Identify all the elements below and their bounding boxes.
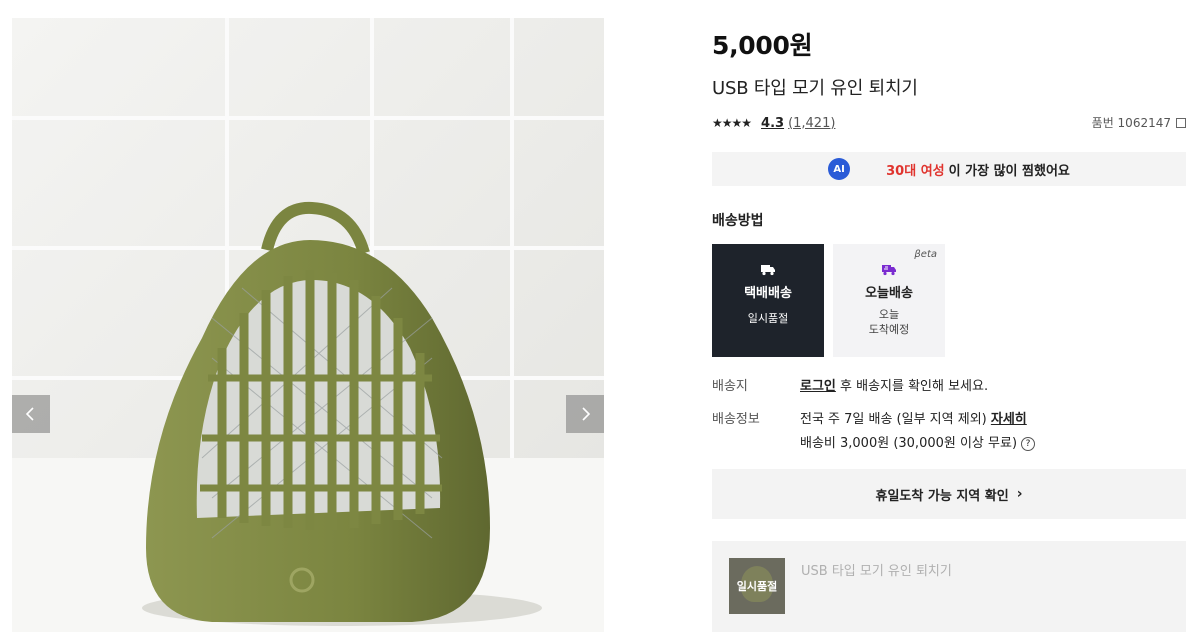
shipping-info-value: 전국 주 7일 배송 (일부 지역 제외) 자세히 (800, 408, 1027, 427)
star-rating-icon: ★★★★ (712, 116, 752, 130)
sku-label: 품번 1062147 (1091, 116, 1171, 130)
ai-highlight-text: 30대 여성 (886, 163, 945, 179)
shipping-fee-text: 배송비 3,000원 (30,000원 이상 무료) (800, 436, 1018, 451)
product-title: USB 타입 모기 유인 퇴치기 (712, 78, 918, 99)
shipping-option-name: 택배배송 (744, 286, 792, 301)
beta-badge: βeta (914, 249, 937, 260)
product-price: 5,000원 (712, 31, 813, 60)
shipping-option-today[interactable]: βeta 오늘배송 오늘 도착예정 (833, 244, 945, 357)
shipping-fee: 배송비 3,000원 (30,000원 이상 무료)? (800, 432, 1036, 451)
shipping-option-name: 오늘배송 (865, 286, 913, 301)
product-photo (12, 18, 604, 632)
destination-value: 로그인 후 배송지를 확인해 보세요. (800, 375, 988, 394)
ai-recommendation-banner: AI 30대 여성 이 가장 많이 찜했어요 (712, 152, 1186, 186)
rating-score[interactable]: 4.3 (761, 116, 784, 131)
shipping-method-heading: 배송방법 (712, 213, 764, 229)
holiday-delivery-check-button[interactable]: 휴일도착 가능 지역 확인 › (712, 469, 1186, 519)
copy-icon[interactable] (1176, 117, 1186, 128)
product-thumbnail: 일시품절 (729, 558, 785, 614)
gallery-next-button[interactable] (566, 395, 604, 433)
shipping-option-status: 일시품절 (747, 312, 789, 325)
option-title: USB 타입 모기 유인 퇴치기 (801, 564, 952, 579)
shipping-option-eta: 오늘 도착예정 (869, 307, 909, 337)
holiday-button-label: 휴일도착 가능 지역 확인 (875, 488, 1009, 504)
chevron-left-icon (25, 407, 34, 421)
detail-link[interactable]: 자세히 (991, 412, 1027, 427)
ai-banner-text: 이 가장 많이 찜했어요 (948, 163, 1070, 179)
review-count-link[interactable]: (1,421) (788, 116, 835, 131)
login-link[interactable]: 로그인 (800, 379, 836, 394)
chevron-right-icon: › (1016, 486, 1023, 502)
destination-label: 배송지 (712, 379, 748, 394)
chevron-right-icon (582, 407, 591, 421)
shipping-info-label: 배송정보 (712, 412, 760, 427)
eta-line-2: 도착예정 (868, 323, 910, 336)
sold-out-label: 일시품절 (736, 580, 778, 593)
fast-truck-icon (882, 265, 896, 276)
shipping-info-row: 배송정보 전국 주 7일 배송 (일부 지역 제외) 자세히 배송비 3,000… (712, 408, 1186, 451)
truck-icon (761, 265, 775, 276)
selected-option-card: 일시품절 USB 타입 모기 유인 퇴치기 (712, 541, 1186, 632)
eta-line-1: 오늘 (878, 308, 900, 321)
product-image-gallery[interactable] (12, 18, 604, 632)
sku-number: 품번 1062147 (1092, 114, 1186, 131)
shipping-info-text: 전국 주 7일 배송 (일부 지역 제외) (800, 412, 991, 427)
ai-badge-icon: AI (828, 158, 851, 180)
destination-text: 후 배송지를 확인해 보세요. (835, 379, 989, 394)
help-icon[interactable]: ? (1021, 436, 1036, 451)
rating-row: ★★★★ 4.3 (1,421) 품번 1062147 (712, 114, 1186, 132)
shipping-option-parcel[interactable]: 택배배송 일시품절 (712, 244, 824, 357)
gallery-prev-button[interactable] (12, 395, 50, 433)
destination-row: 배송지 로그인 후 배송지를 확인해 보세요. (712, 375, 1186, 394)
